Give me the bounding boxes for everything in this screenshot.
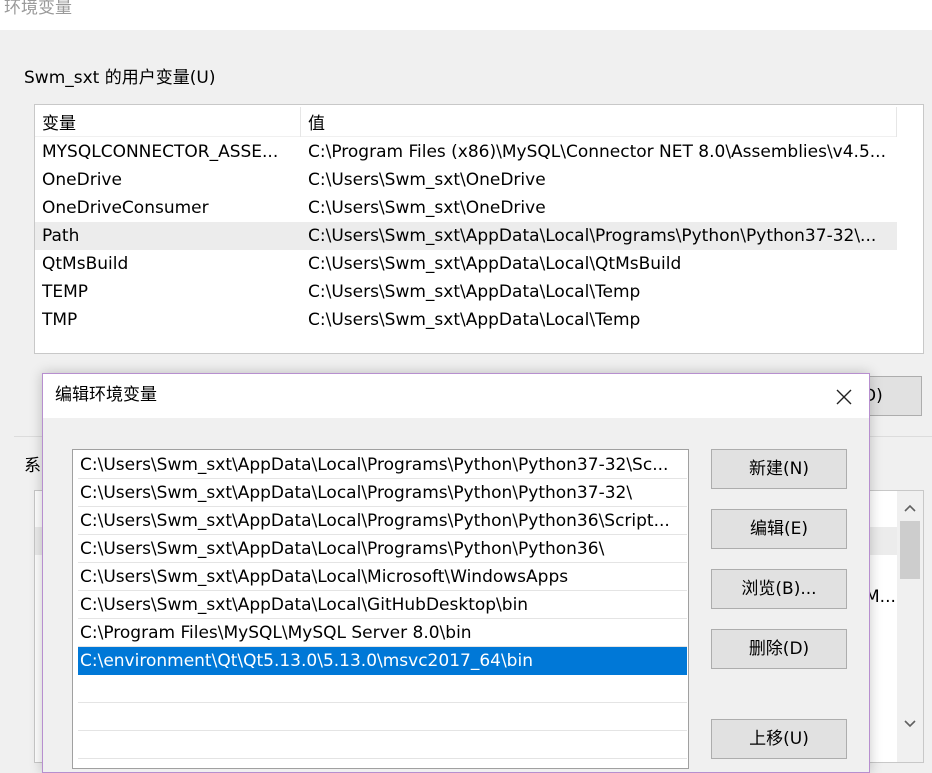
edit-button[interactable]: 编辑(E) bbox=[711, 509, 847, 549]
user-vars-header: 变量 值 bbox=[35, 107, 897, 137]
column-header-value[interactable]: 值 bbox=[301, 107, 897, 137]
user-var-row[interactable]: OneDriveConsumer C:\Users\Swm_sxt\OneDri… bbox=[35, 194, 897, 222]
user-var-name: MYSQLCONNECTOR_ASSE... bbox=[42, 142, 279, 162]
vertical-scrollbar[interactable] bbox=[897, 491, 923, 762]
browse-button[interactable]: 浏览(B)... bbox=[711, 569, 847, 609]
user-var-name: Path bbox=[42, 226, 80, 246]
path-entry[interactable]: C:\Users\Swm_sxt\AppData\Local\Programs\… bbox=[78, 451, 687, 479]
path-entry[interactable]: C:\Users\Swm_sxt\AppData\Local\Programs\… bbox=[78, 507, 687, 535]
user-var-row[interactable]: TEMP C:\Users\Swm_sxt\AppData\Local\Temp bbox=[35, 278, 897, 306]
user-var-value: C:\Users\Swm_sxt\AppData\Local\Programs\… bbox=[308, 226, 877, 246]
scrollbar-thumb[interactable] bbox=[900, 521, 920, 579]
user-var-name: OneDriveConsumer bbox=[42, 198, 209, 218]
path-entry[interactable]: C:\Users\Swm_sxt\AppData\Local\Programs\… bbox=[78, 535, 687, 563]
move-up-button[interactable]: 上移(U) bbox=[711, 719, 847, 759]
path-entry[interactable]: C:\Users\Swm_sxt\AppData\Local\Microsoft… bbox=[78, 563, 687, 591]
user-var-value: C:\Users\Swm_sxt\OneDrive bbox=[308, 170, 546, 190]
user-vars-list[interactable]: 变量 值 MYSQLCONNECTOR_ASSE... C:\Program F… bbox=[34, 104, 924, 354]
path-entry[interactable]: C:\Users\Swm_sxt\AppData\Local\Programs\… bbox=[78, 479, 687, 507]
user-var-name: TMP bbox=[42, 310, 78, 330]
delete-button[interactable]: 删除(D) bbox=[711, 629, 847, 669]
user-var-row-selected[interactable]: Path C:\Users\Swm_sxt\AppData\Local\Prog… bbox=[35, 222, 897, 250]
new-button[interactable]: 新建(N) bbox=[711, 449, 847, 489]
edit-env-var-dialog[interactable]: 编辑环境变量 C:\Users\Swm_sxt\AppData\Local\Pr… bbox=[42, 373, 870, 773]
path-entry[interactable]: C:\Program Files\MySQL\MySQL Server 8.0\… bbox=[78, 619, 687, 647]
user-var-value: C:\Users\Swm_sxt\AppData\Local\Temp bbox=[308, 310, 641, 330]
user-var-row[interactable]: TMP C:\Users\Swm_sxt\AppData\Local\Temp bbox=[35, 306, 897, 334]
user-var-row[interactable]: QtMsBuild C:\Users\Swm_sxt\AppData\Local… bbox=[35, 250, 897, 278]
path-entry-empty[interactable] bbox=[78, 675, 687, 703]
dialog-titlebar[interactable]: 编辑环境变量 bbox=[43, 374, 869, 418]
path-entry-selected[interactable]: C:\environment\Qt\Qt5.13.0\5.13.0\msvc20… bbox=[78, 647, 687, 675]
window-title: 环境变量 bbox=[0, 0, 932, 30]
scroll-down-arrow-icon[interactable] bbox=[897, 713, 923, 737]
close-icon[interactable] bbox=[829, 382, 859, 412]
user-var-value: C:\Program Files (x86)\MySQL\Connector N… bbox=[308, 142, 886, 162]
scroll-up-arrow-icon[interactable] bbox=[897, 497, 923, 521]
user-var-row[interactable]: OneDrive C:\Users\Swm_sxt\OneDrive bbox=[35, 166, 897, 194]
user-var-name: OneDrive bbox=[42, 170, 122, 190]
user-vars-group-label: Swm_sxt 的用户变量(U) bbox=[24, 68, 216, 88]
user-vars-delete-button-partial[interactable]: D) bbox=[862, 376, 922, 416]
user-var-value: C:\Users\Swm_sxt\AppData\Local\Temp bbox=[308, 282, 641, 302]
user-var-name: QtMsBuild bbox=[42, 254, 129, 274]
path-entries-list[interactable]: C:\Users\Swm_sxt\AppData\Local\Programs\… bbox=[72, 449, 689, 769]
column-header-variable[interactable]: 变量 bbox=[35, 107, 301, 137]
path-entry-empty[interactable] bbox=[78, 731, 687, 759]
dialog-title: 编辑环境变量 bbox=[55, 385, 157, 405]
user-var-row[interactable]: MYSQLCONNECTOR_ASSE... C:\Program Files … bbox=[35, 138, 897, 166]
user-var-value: C:\Users\Swm_sxt\AppData\Local\QtMsBuild bbox=[308, 254, 682, 274]
system-vars-group-label: 系 bbox=[24, 456, 41, 476]
user-var-value: C:\Users\Swm_sxt\OneDrive bbox=[308, 198, 546, 218]
user-var-name: TEMP bbox=[42, 282, 89, 302]
path-entry[interactable]: C:\Users\Swm_sxt\AppData\Local\GitHubDes… bbox=[78, 591, 687, 619]
path-entry-empty[interactable] bbox=[78, 703, 687, 731]
